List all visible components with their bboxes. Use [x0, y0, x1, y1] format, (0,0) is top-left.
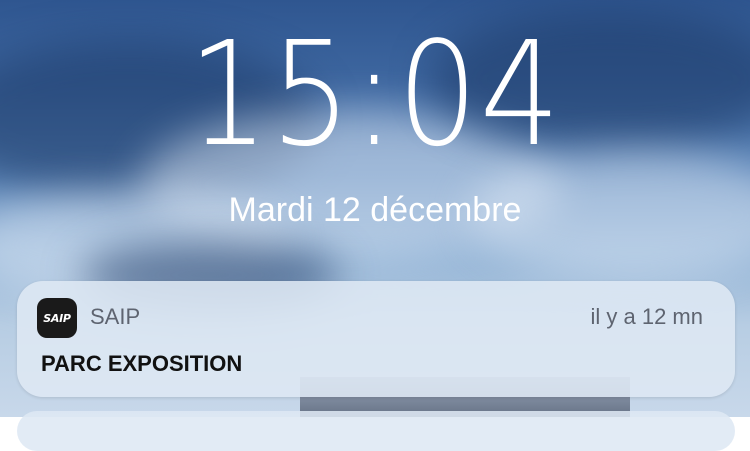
saip-app-icon: SAIP: [37, 298, 77, 338]
notification-timestamp: il y a 12 mn: [590, 304, 704, 329]
notification-title: PARC EXPOSITION: [41, 351, 243, 376]
next-notification-card[interactable]: [17, 411, 735, 451]
lock-screen-clock: 15:04: [188, 10, 562, 178]
notification-card[interactable]: SAIP SAIP il y a 12 mn PARC EXPOSITION: [17, 281, 735, 397]
lock-screen-date: Mardi 12 décembre: [228, 191, 522, 229]
notification-app-name: SAIP: [90, 304, 141, 329]
app-icon-label: SAIP: [43, 311, 71, 325]
